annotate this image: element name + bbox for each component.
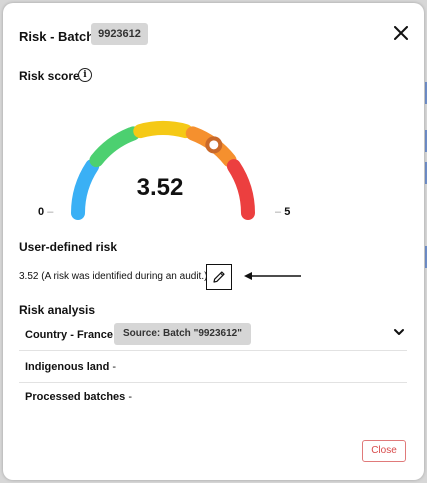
risk-gauge [71, 121, 255, 220]
gauge-segment [89, 126, 141, 168]
gauge-segment [133, 121, 193, 139]
gauge-max-label: – 5 [275, 206, 291, 218]
gauge-segment [71, 159, 100, 220]
analysis-row-processed-batches[interactable]: Processed batches - [19, 383, 407, 413]
edit-risk-button[interactable] [206, 264, 232, 290]
gauge-segment [226, 159, 255, 220]
risk-modal: Risk - Batch 9923612 Risk score i 3.52 0… [3, 3, 424, 480]
risk-score-value: 3.52 [136, 174, 184, 201]
close-button[interactable]: Close [362, 440, 406, 462]
chevron-down-icon[interactable] [393, 326, 405, 338]
user-defined-risk-text: 3.52 (A risk was identified during an au… [19, 271, 208, 282]
gauge-min-label: 0 – [38, 206, 54, 218]
analysis-row-label: Indigenous land - [25, 361, 117, 373]
user-defined-risk-heading: User-defined risk [19, 240, 118, 254]
analysis-row-label: Processed batches - [25, 391, 133, 403]
risk-analysis-heading: Risk analysis [19, 303, 96, 317]
analysis-row-country[interactable]: Country - France Source: Batch "9923612" [19, 321, 407, 351]
analysis-row-label: Country - France [25, 329, 114, 341]
pencil-icon [213, 271, 225, 283]
pointer-arrow-icon [244, 272, 301, 280]
analysis-row-indigenous-land[interactable]: Indigenous land - [19, 353, 407, 383]
gauge-needle-marker [205, 136, 223, 154]
source-badge: Source: Batch "9923612" [114, 323, 251, 345]
